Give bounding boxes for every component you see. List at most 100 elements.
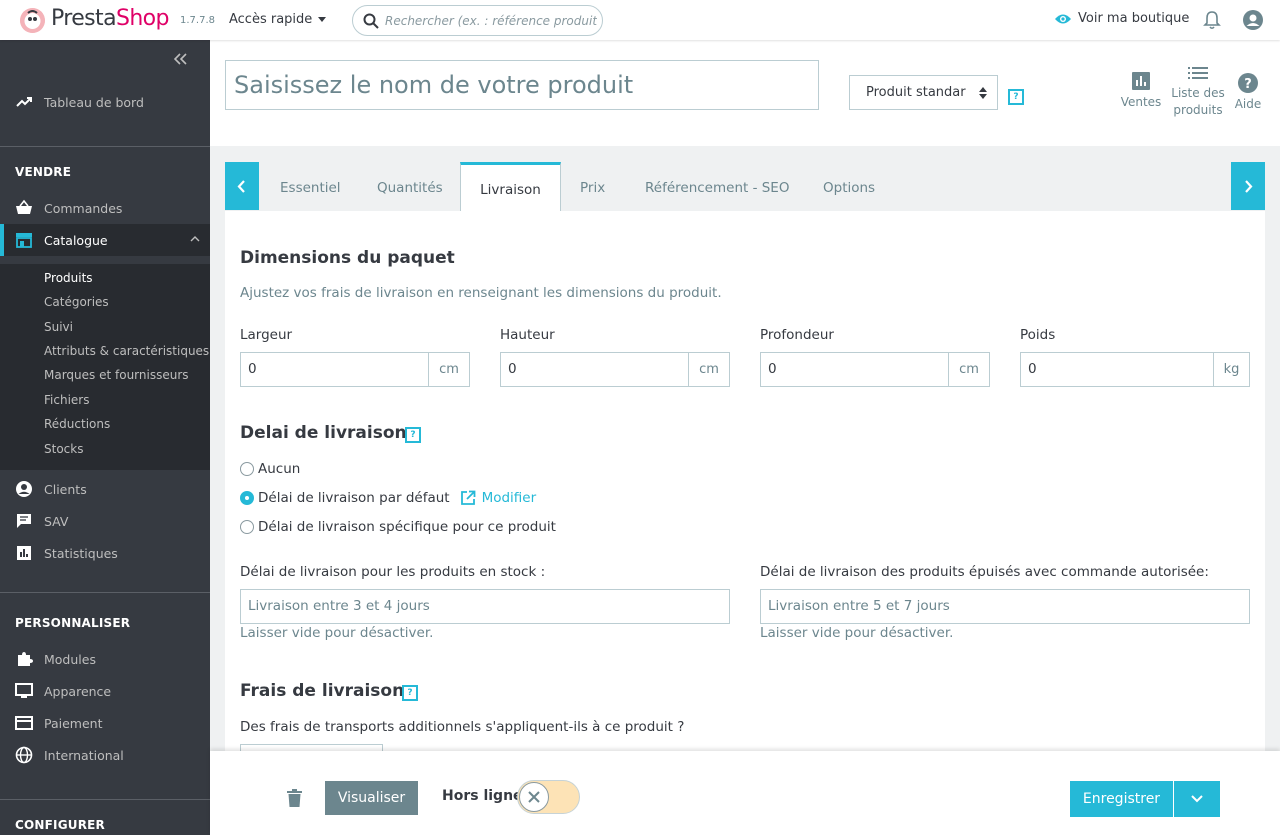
sidebar-item-support[interactable]: SAV xyxy=(0,505,210,537)
help-tooltip-icon[interactable]: ? xyxy=(1008,89,1024,105)
save-options-dropdown[interactable] xyxy=(1174,781,1220,817)
sidebar-item-appearance[interactable]: Apparence xyxy=(0,675,210,707)
product-list-label-line2: produits xyxy=(1173,103,1223,117)
close-icon xyxy=(519,782,549,812)
submenu-item-categories[interactable]: Catégories xyxy=(44,295,109,309)
user-avatar-icon[interactable] xyxy=(1243,10,1263,30)
out-of-stock-hint: Laisser vide pour désactiver. xyxy=(760,625,954,641)
sidebar-item-label: Apparence xyxy=(44,683,112,699)
shipping-fees-heading: Frais de livraison xyxy=(240,681,405,701)
sidebar-item-customers[interactable]: Clients xyxy=(0,473,210,505)
divider xyxy=(0,799,210,800)
tab-essentials[interactable]: Essentiel xyxy=(280,180,341,196)
collapse-sidebar-icon[interactable] xyxy=(174,53,188,65)
tab-options[interactable]: Options xyxy=(823,180,875,196)
submenu-item-stocks[interactable]: Stocks xyxy=(44,442,83,456)
help-button[interactable]: ? Aide xyxy=(1232,73,1264,113)
tab-seo[interactable]: Référencement - SEO xyxy=(645,180,789,196)
sidebar-item-label: International xyxy=(44,747,124,763)
delay-option-default[interactable]: Délai de livraison par défaut Modifier xyxy=(240,490,536,506)
product-list-button[interactable]: Liste des produits xyxy=(1170,66,1226,119)
sidebar-item-payment[interactable]: Paiement xyxy=(0,707,210,739)
quick-access-label: Accès rapide xyxy=(229,12,313,27)
product-type-select[interactable]: Produit standar xyxy=(849,75,998,110)
width-field[interactable]: 0 cm xyxy=(240,352,470,387)
eye-icon xyxy=(1054,13,1072,25)
save-button[interactable]: Enregistrer xyxy=(1070,781,1173,817)
help-tooltip-icon[interactable]: ? xyxy=(405,427,421,443)
depth-field[interactable]: 0 cm xyxy=(760,352,990,387)
tab-quantities[interactable]: Quantités xyxy=(377,180,443,196)
delay-option-none[interactable]: Aucun xyxy=(240,461,300,477)
submenu-item-discounts[interactable]: Réductions xyxy=(44,417,110,431)
submenu-item-products[interactable]: Produits xyxy=(44,271,93,285)
sidebar-item-catalog[interactable]: Catalogue xyxy=(0,224,210,256)
online-toggle[interactable] xyxy=(517,780,580,814)
view-shop-link[interactable]: Voir ma boutique xyxy=(1054,11,1189,26)
sidebar-item-label: Commandes xyxy=(44,200,123,216)
submenu-item-tracking[interactable]: Suivi xyxy=(44,320,73,334)
bar-chart-icon xyxy=(15,544,33,562)
product-type-value: Produit standar xyxy=(866,85,966,100)
height-label: Hauteur xyxy=(500,327,555,343)
height-field[interactable]: 0 cm xyxy=(500,352,730,387)
height-value[interactable]: 0 xyxy=(501,353,688,386)
radio-label: Aucun xyxy=(258,461,301,477)
submenu-item-files[interactable]: Fichiers xyxy=(44,393,89,407)
width-label: Largeur xyxy=(240,327,293,343)
preview-button[interactable]: Visualiser xyxy=(325,781,418,815)
sidebar-item-orders[interactable]: Commandes xyxy=(0,192,210,224)
modify-link[interactable]: Modifier xyxy=(482,490,537,506)
in-stock-delay-input[interactable]: Livraison entre 3 et 4 jours xyxy=(240,589,730,624)
tab-prev-button[interactable] xyxy=(225,162,259,210)
depth-value[interactable]: 0 xyxy=(761,353,948,386)
divider xyxy=(0,146,210,147)
puzzle-icon xyxy=(15,650,33,668)
radio-button-selected[interactable] xyxy=(240,491,254,505)
tab-pricing[interactable]: Prix xyxy=(580,180,605,196)
trash-icon[interactable] xyxy=(287,789,302,807)
radio-button[interactable] xyxy=(240,520,254,534)
out-of-stock-delay-input[interactable]: Livraison entre 5 et 7 jours xyxy=(760,589,1250,624)
sidebar-item-international[interactable]: International xyxy=(0,739,210,771)
search-bar[interactable] xyxy=(352,5,603,36)
delay-option-specific[interactable]: Délai de livraison spécifique pour ce pr… xyxy=(240,519,556,535)
search-input[interactable] xyxy=(385,11,597,31)
sidebar-item-stats[interactable]: Statistiques xyxy=(0,537,210,569)
weight-value[interactable]: 0 xyxy=(1021,353,1213,386)
search-icon[interactable] xyxy=(363,13,379,29)
height-unit: cm xyxy=(688,353,729,386)
submenu-item-attributes[interactable]: Attributs & caractéristiques xyxy=(44,344,209,358)
width-value[interactable]: 0 xyxy=(241,353,428,386)
radio-button[interactable] xyxy=(240,462,254,476)
brand-name[interactable]: PrestaShop xyxy=(51,6,169,31)
external-link-icon[interactable] xyxy=(460,490,476,506)
radio-label: Délai de livraison spécifique pour ce pr… xyxy=(258,519,556,535)
weight-field[interactable]: 0 kg xyxy=(1020,352,1250,387)
product-name-input[interactable] xyxy=(225,60,819,110)
section-title-sell: VENDRE xyxy=(15,165,72,179)
sidebar-item-label: Clients xyxy=(44,481,87,497)
help-tooltip-icon[interactable]: ? xyxy=(402,685,418,701)
in-stock-delay-label: Délai de livraison pour les produits en … xyxy=(240,564,546,580)
top-header: PrestaShop 1.7.7.8 Accès rapide Voir ma … xyxy=(0,0,1280,40)
brand-presta: Presta xyxy=(51,6,117,31)
tab-shipping[interactable]: Livraison xyxy=(460,162,561,212)
submenu-item-brands[interactable]: Marques et fournisseurs xyxy=(44,368,189,382)
select-arrows-icon xyxy=(979,87,987,99)
dimensions-hint: Ajustez vos frais de livraison en rensei… xyxy=(240,285,722,301)
quick-access-menu[interactable]: Accès rapide xyxy=(229,12,327,27)
sidebar-item-modules[interactable]: Modules xyxy=(0,643,210,675)
svg-text:?: ? xyxy=(1244,77,1252,92)
sidebar-item-label: Tableau de bord xyxy=(44,94,144,110)
prestashop-logo-icon[interactable] xyxy=(20,8,45,33)
chevron-up-icon xyxy=(190,236,200,242)
sales-button[interactable]: Ventes xyxy=(1119,72,1163,111)
brand-shop: Shop xyxy=(115,6,170,31)
tab-next-button[interactable] xyxy=(1231,162,1265,210)
sidebar-item-dashboard[interactable]: Tableau de bord xyxy=(0,86,210,118)
active-indicator xyxy=(0,224,4,256)
notifications-bell-icon[interactable] xyxy=(1203,11,1221,30)
sidebar-item-label: Statistiques xyxy=(44,545,118,561)
help-label: Aide xyxy=(1234,97,1262,111)
